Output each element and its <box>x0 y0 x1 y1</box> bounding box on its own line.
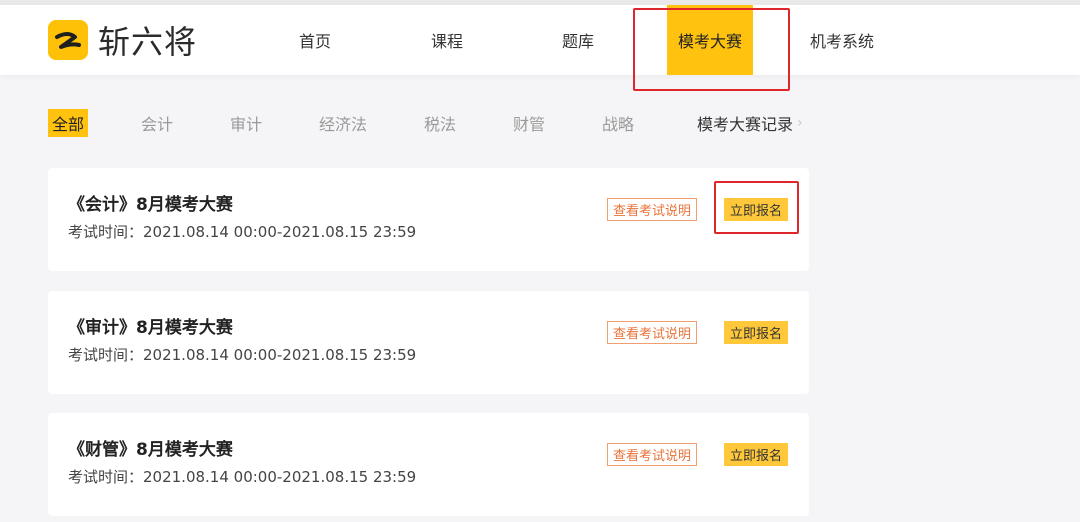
site-header: 斩六将 首页 课程 题库 模考大赛 机考系统 <box>0 5 1080 75</box>
signup-button[interactable]: 立即报名 <box>724 198 789 221</box>
contest-time: 考试时间：2021.08.14 00:00-2021.08.15 23:59 <box>68 223 417 241</box>
contest-time: 考试时间：2021.08.14 00:00-2021.08.15 23:59 <box>68 468 417 486</box>
brand-name: 斩六将 <box>98 23 198 61</box>
contest-card: 《审计》8月模考大赛 考试时间：2021.08.14 00:00-2021.08… <box>48 291 809 394</box>
contest-time: 考试时间：2021.08.14 00:00-2021.08.15 23:59 <box>68 346 417 364</box>
view-exam-description-button[interactable]: 查看考试说明 <box>607 443 698 466</box>
chevron-right-icon: › <box>797 115 803 131</box>
view-exam-description-button[interactable]: 查看考试说明 <box>607 321 698 344</box>
filter-audit[interactable]: 审计 <box>230 108 262 138</box>
contest-record-link[interactable]: 模考大赛记录 › <box>697 108 803 138</box>
logo-mark-icon <box>48 20 88 60</box>
category-filter-bar: 全部 会计 审计 经济法 税法 财管 战略 模考大赛记录 › <box>48 108 808 138</box>
filter-finance[interactable]: 财管 <box>513 108 545 138</box>
contest-title: 《财管》8月模考大赛 <box>68 440 233 460</box>
contest-card: 《会计》8月模考大赛 考试时间：2021.08.14 00:00-2021.08… <box>48 168 809 271</box>
nav-item-home[interactable]: 首页 <box>290 5 340 75</box>
nav-item-exam-system[interactable]: 机考系统 <box>800 5 884 75</box>
contest-record-label: 模考大赛记录 <box>697 115 794 134</box>
signup-button[interactable]: 立即报名 <box>724 443 789 466</box>
nav-item-mock-contest[interactable]: 模考大赛 <box>667 5 753 75</box>
filter-strategy[interactable]: 战略 <box>602 108 634 138</box>
contest-title: 《会计》8月模考大赛 <box>68 195 233 215</box>
contest-card: 《财管》8月模考大赛 考试时间：2021.08.14 00:00-2021.08… <box>48 413 809 516</box>
filter-economic-law[interactable]: 经济法 <box>319 108 367 138</box>
nav-item-courses[interactable]: 课程 <box>422 5 472 75</box>
signup-button[interactable]: 立即报名 <box>724 321 789 344</box>
filter-accounting[interactable]: 会计 <box>141 108 173 138</box>
contest-title: 《审计》8月模考大赛 <box>68 318 233 338</box>
nav-item-question-bank[interactable]: 题库 <box>553 5 603 75</box>
filter-all[interactable]: 全部 <box>48 109 89 137</box>
site-logo[interactable]: 斩六将 <box>48 17 197 63</box>
view-exam-description-button[interactable]: 查看考试说明 <box>607 198 698 221</box>
filter-tax-law[interactable]: 税法 <box>424 108 456 138</box>
